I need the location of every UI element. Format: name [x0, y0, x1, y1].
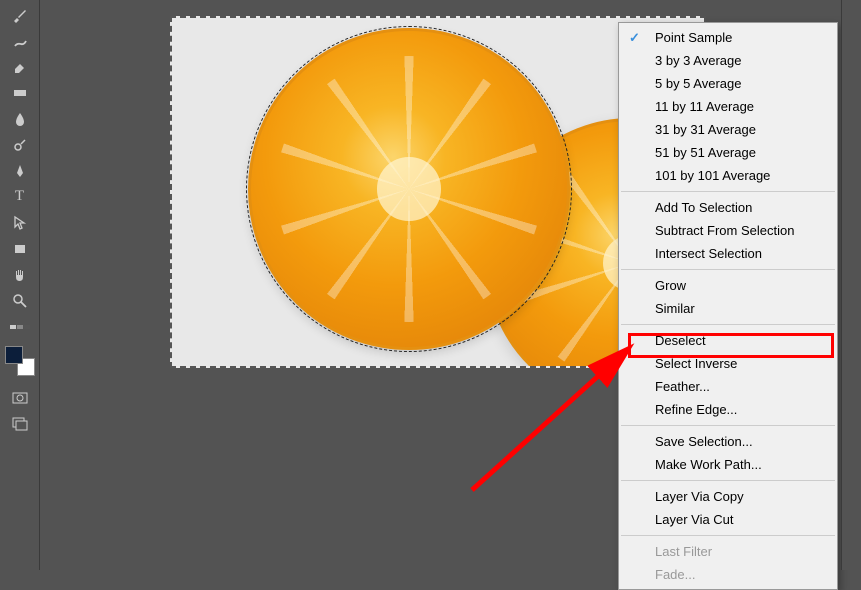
- menu-separator: [621, 191, 835, 192]
- menu-separator: [621, 269, 835, 270]
- menu-separator: [621, 425, 835, 426]
- brush-tool[interactable]: [7, 2, 33, 27]
- color-swatch[interactable]: [5, 346, 35, 376]
- rectangle-tool[interactable]: [7, 236, 33, 261]
- menu-separator: [621, 480, 835, 481]
- menu-refine-edge[interactable]: Refine Edge...: [619, 398, 837, 421]
- menu-3x3-average[interactable]: 3 by 3 Average: [619, 49, 837, 72]
- menu-separator: [621, 324, 835, 325]
- screenmode-toggle[interactable]: [7, 411, 33, 436]
- gradient-tool[interactable]: [7, 80, 33, 105]
- menu-last-filter: Last Filter: [619, 540, 837, 563]
- menu-101x101-average[interactable]: 101 by 101 Average: [619, 164, 837, 187]
- menu-intersect-selection[interactable]: Intersect Selection: [619, 242, 837, 265]
- orange-slice-front: [248, 28, 570, 350]
- menu-feather[interactable]: Feather...: [619, 375, 837, 398]
- blur-tool[interactable]: [7, 106, 33, 131]
- menu-grow[interactable]: Grow: [619, 274, 837, 297]
- right-panel-edge: [841, 0, 861, 570]
- menu-separator: [621, 535, 835, 536]
- menu-31x31-average[interactable]: 31 by 31 Average: [619, 118, 837, 141]
- dodge-tool[interactable]: [7, 132, 33, 157]
- eraser-tool[interactable]: [7, 54, 33, 79]
- quickmask-toggle[interactable]: [7, 385, 33, 410]
- color-sampler-icon[interactable]: [7, 314, 33, 339]
- menu-save-selection[interactable]: Save Selection...: [619, 430, 837, 453]
- foreground-color[interactable]: [5, 346, 23, 364]
- tool-palette: T: [0, 0, 40, 570]
- menu-deselect[interactable]: Deselect: [619, 329, 837, 352]
- zoom-tool[interactable]: [7, 288, 33, 313]
- menu-5x5-average[interactable]: 5 by 5 Average: [619, 72, 837, 95]
- menu-point-sample[interactable]: Point Sample: [619, 26, 837, 49]
- menu-similar[interactable]: Similar: [619, 297, 837, 320]
- menu-make-work-path[interactable]: Make Work Path...: [619, 453, 837, 476]
- menu-fade: Fade...: [619, 563, 837, 586]
- text-tool[interactable]: T: [7, 184, 33, 209]
- pen-tool[interactable]: [7, 158, 33, 183]
- hand-tool[interactable]: [7, 262, 33, 287]
- history-brush-tool[interactable]: [7, 28, 33, 53]
- menu-layer-via-copy[interactable]: Layer Via Copy: [619, 485, 837, 508]
- menu-51x51-average[interactable]: 51 by 51 Average: [619, 141, 837, 164]
- menu-select-inverse[interactable]: Select Inverse: [619, 352, 837, 375]
- context-menu: Point Sample 3 by 3 Average 5 by 5 Avera…: [618, 22, 838, 590]
- menu-subtract-from-selection[interactable]: Subtract From Selection: [619, 219, 837, 242]
- menu-11x11-average[interactable]: 11 by 11 Average: [619, 95, 837, 118]
- menu-add-to-selection[interactable]: Add To Selection: [619, 196, 837, 219]
- path-select-tool[interactable]: [7, 210, 33, 235]
- menu-layer-via-cut[interactable]: Layer Via Cut: [619, 508, 837, 531]
